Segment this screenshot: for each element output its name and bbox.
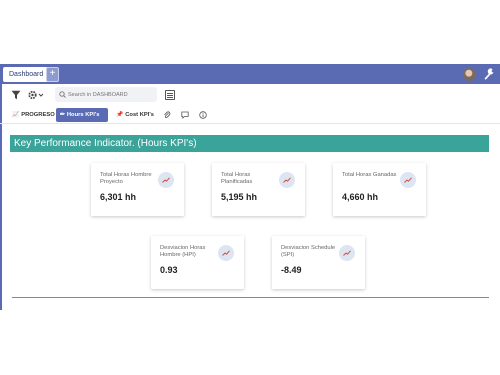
gear-icon[interactable]: [27, 89, 45, 101]
search-box[interactable]: [55, 87, 157, 102]
avatar[interactable]: [463, 68, 476, 81]
pencil-icon: ✏: [60, 112, 65, 118]
kpi-card-value: 4,660 hh: [342, 192, 379, 202]
wrench-icon[interactable]: [483, 67, 495, 81]
filter-icon[interactable]: [11, 90, 21, 100]
tab-dashboard[interactable]: Dashboard: [3, 67, 50, 82]
trend-chart-icon: [158, 172, 174, 188]
tab-cost-kpis-label: Cost KPI's: [125, 112, 154, 118]
tab-cost-kpis[interactable]: 📌 Cost KPI's: [112, 108, 158, 122]
trend-chart-icon: [400, 172, 416, 188]
kpi-card-label: Desviacion Schedule (SPI): [281, 245, 336, 258]
info-icon[interactable]: [199, 111, 207, 119]
list-view-icon[interactable]: [165, 90, 175, 100]
kpi-card-value: -8.49: [281, 265, 302, 275]
chart-icon: 📈: [12, 112, 20, 118]
tab-hours-kpis[interactable]: ✏ Hours KPI's: [56, 108, 108, 122]
kpi-card-value: 6,301 hh: [100, 192, 137, 202]
paperclip-icon[interactable]: [163, 111, 171, 119]
kpi-card-total-horas-ganadas: Total Horas Ganadas 4,660 hh: [333, 163, 426, 216]
divider: [12, 297, 489, 298]
kpi-card-label: Desviacion Horas Hombre (HPI): [160, 245, 206, 258]
tab-progreso-label: PROGRESO: [21, 112, 55, 118]
search-input[interactable]: [68, 88, 154, 101]
kpi-card-desviacion-hpi: Desviacion Horas Hombre (HPI) 0.93: [151, 236, 244, 289]
comment-icon[interactable]: [181, 111, 189, 119]
tab-progreso[interactable]: 📈 PROGRESO: [8, 108, 59, 122]
search-icon: [59, 91, 66, 98]
kpi-card-value: 5,195 hh: [221, 192, 258, 202]
kpi-card-label: Total Horas Planificadas: [221, 172, 253, 185]
kpi-card-total-horas-planificadas: Total Horas Planificadas 5,195 hh: [212, 163, 305, 216]
add-tab-button[interactable]: +: [46, 67, 59, 82]
kpi-card-value: 0.93: [160, 265, 178, 275]
trend-chart-icon: [218, 245, 234, 261]
kpi-card-label: Total Horas Ganadas: [342, 172, 397, 178]
top-header-bar: [0, 64, 500, 84]
trend-chart-icon: [279, 172, 295, 188]
pin-icon: 📌: [116, 112, 124, 118]
banner-title: Key Performance Indicator. (Hours KPI's): [14, 138, 197, 149]
tab-hours-kpis-label: Hours KPI's: [66, 112, 100, 118]
trend-chart-icon: [339, 245, 355, 261]
kpi-card-desviacion-spi: Desviacion Schedule (SPI) -8.49: [272, 236, 365, 289]
kpi-banner: Key Performance Indicator. (Hours KPI's): [10, 135, 489, 152]
kpi-card-label: Total Horas Hombre Proyecto: [100, 172, 152, 185]
kpi-card-total-horas-hombre: Total Horas Hombre Proyecto 6,301 hh: [91, 163, 184, 216]
